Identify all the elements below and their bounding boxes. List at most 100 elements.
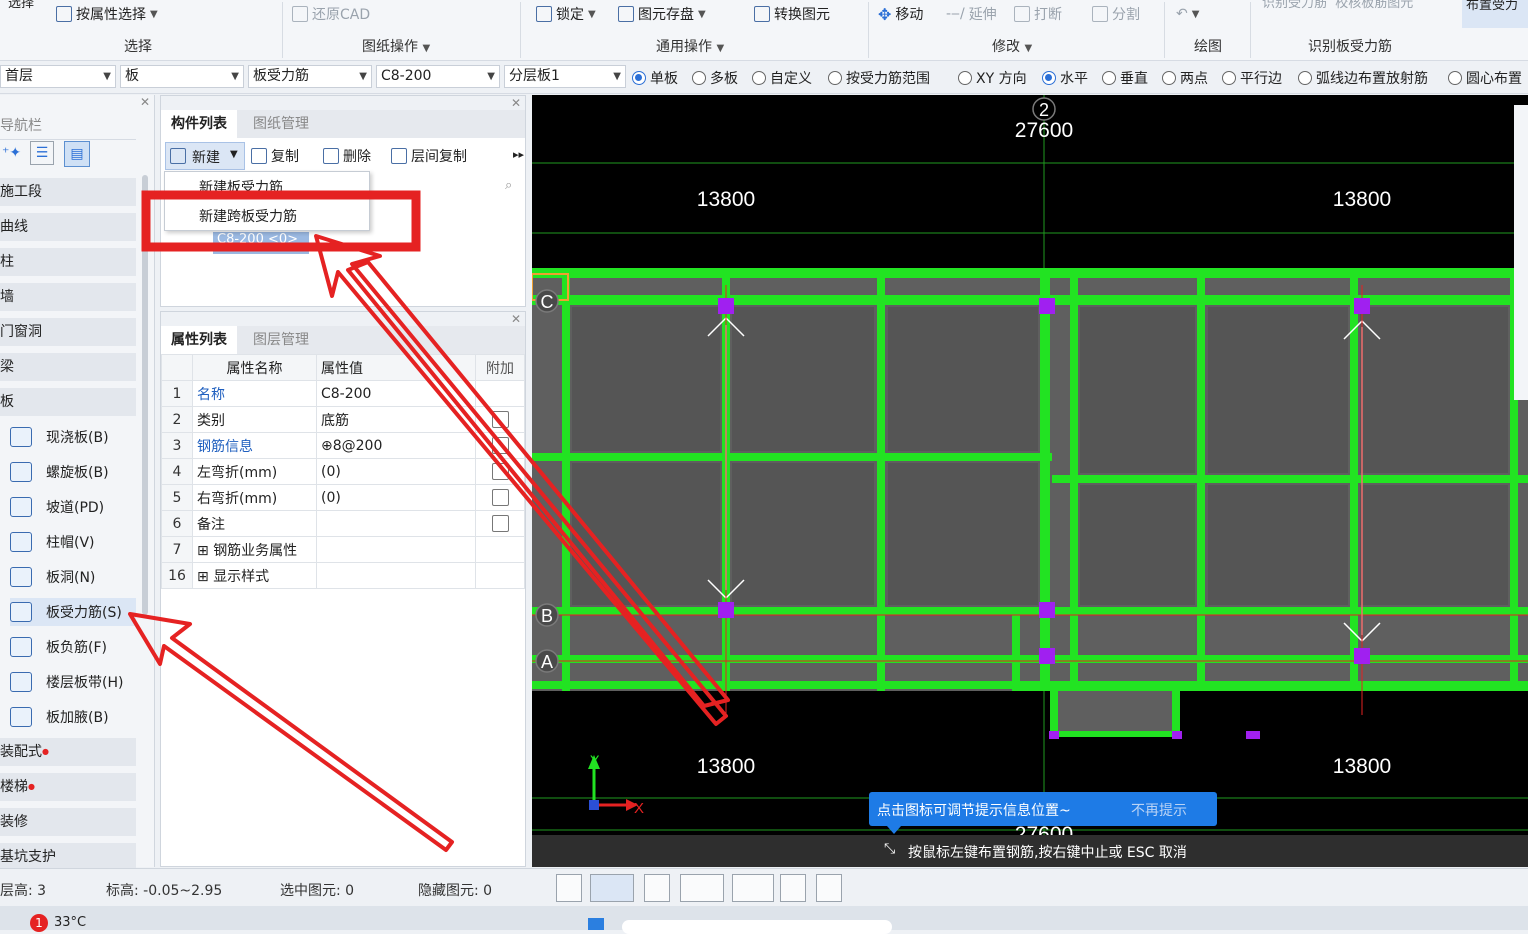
tab-drawing-management[interactable]: 图纸管理 — [243, 110, 319, 138]
notification-badge[interactable]: 1 — [30, 914, 48, 932]
filter-by-attr-button[interactable]: 按属性选择 ▼ — [56, 2, 158, 26]
view-icon[interactable] — [780, 874, 806, 902]
convert-elements-button[interactable]: 转换图元 — [754, 2, 830, 26]
property-row[interactable]: 3 钢筋信息 ⊕8@200 — [161, 432, 525, 459]
type-select[interactable]: 板受力筋 ▼ — [248, 65, 372, 88]
radio-option[interactable]: 水平 — [1042, 68, 1088, 88]
nav-sub-item[interactable]: 坡道(PD) — [10, 493, 104, 521]
nav-item[interactable]: 板 — [0, 388, 136, 416]
radio-option[interactable]: 两点 — [1162, 68, 1208, 88]
nav-item[interactable]: 基坑支护 — [0, 843, 136, 871]
extra-checkbox[interactable] — [491, 411, 509, 428]
search-icon[interactable]: ⌕ — [505, 178, 512, 193]
property-value[interactable] — [316, 562, 476, 589]
nav-item[interactable]: 墙 — [0, 283, 136, 311]
restore-cad-button[interactable]: 还原CAD — [292, 2, 370, 26]
extra-checkbox[interactable] — [491, 463, 509, 480]
radio-option[interactable]: 垂直 — [1102, 68, 1148, 88]
property-value[interactable]: (0) — [316, 458, 476, 485]
extend-button[interactable]: -‒/ 延伸 — [946, 2, 997, 26]
nav-item[interactable]: 装修 — [0, 808, 136, 836]
save-elements-button[interactable]: 图元存盘 ▼ — [618, 2, 706, 26]
group-label-modify[interactable]: 修改 ▼ — [992, 36, 1032, 56]
property-value[interactable]: (0) — [316, 484, 476, 511]
nav-sub-item[interactable]: 板受力筋(S) — [10, 598, 136, 626]
property-value[interactable]: C8-200 — [316, 380, 476, 407]
property-value[interactable] — [316, 536, 476, 563]
tab-property-list[interactable]: 属性列表 — [161, 326, 237, 354]
list-view-icon[interactable]: ☰ — [30, 141, 54, 165]
nav-sub-item[interactable]: 板负筋(F) — [10, 633, 107, 661]
rectangle-select-icon[interactable] — [590, 874, 634, 902]
detail-view-icon[interactable]: ▤ — [64, 141, 90, 167]
nav-sub-item[interactable]: 板加腋(B) — [10, 703, 109, 731]
radio-option[interactable]: 多板 — [692, 68, 738, 88]
nav-scrollbar[interactable] — [142, 175, 148, 615]
property-value[interactable]: 底筋 — [316, 406, 476, 433]
extra-checkbox[interactable] — [491, 515, 509, 532]
property-row[interactable]: 6 备注 — [161, 510, 525, 537]
nav-sub-item[interactable]: 板洞(N) — [10, 563, 95, 591]
cross-select-icon[interactable] — [644, 874, 670, 902]
nav-item[interactable]: 楼梯● — [0, 773, 136, 801]
split-button[interactable]: 分割 — [1092, 2, 1140, 26]
nav-item[interactable]: 柱 — [0, 248, 136, 276]
radio-option[interactable]: 弧线边布置放射筋 — [1298, 68, 1428, 88]
copy-button[interactable]: 复制 — [251, 144, 299, 168]
category-select[interactable]: 板 ▼ — [120, 65, 244, 88]
nav-sub-item[interactable]: 柱帽(V) — [10, 528, 95, 556]
extra-checkbox[interactable] — [491, 489, 509, 506]
nav-sub-item[interactable]: 螺旋板(B) — [10, 458, 109, 486]
arc-draw-button[interactable]: ↶ ▼ — [1176, 2, 1199, 26]
property-value[interactable]: ⊕8@200 — [316, 432, 476, 459]
menu-item-new-span-slab-rebar[interactable]: 新建跨板受力筋 — [199, 206, 297, 226]
move-button[interactable]: ✥ 移动 — [878, 2, 923, 26]
nav-sub-item[interactable]: 楼层板带(H) — [10, 668, 123, 696]
delete-button[interactable]: 删除 — [323, 144, 371, 168]
orthogonal-snap-icon[interactable] — [556, 874, 582, 902]
tab-layer-management[interactable]: 图层管理 — [243, 326, 319, 354]
property-row[interactable]: 4 左弯折(mm) (0) — [161, 458, 525, 485]
menu-item-new-slab-rebar[interactable]: 新建板受力筋 — [199, 177, 283, 197]
windows-start-icon[interactable] — [588, 918, 604, 930]
property-row[interactable]: 5 右弯折(mm) (0) — [161, 484, 525, 511]
close-icon[interactable]: ✕ — [140, 95, 150, 109]
expand-icon[interactable]: ⊞ — [197, 569, 213, 585]
property-row[interactable]: 16 ⊞ 显示样式 — [161, 562, 525, 589]
nav-item[interactable]: 施工段 — [0, 178, 136, 206]
break-button[interactable]: 打断 — [1014, 2, 1062, 26]
identify-tip-button[interactable]: 识别受力筋 校核板筋图元 — [1262, 0, 1413, 11]
spec-select[interactable]: C8-200 ▼ — [376, 65, 500, 88]
arc-snap-icon[interactable] — [816, 874, 842, 902]
radio-option[interactable]: 按受力筋范围 — [828, 68, 930, 88]
layout-rebar-button[interactable]: 布置受力 — [1462, 0, 1528, 28]
radio-option[interactable]: XY 方向 — [958, 68, 1027, 88]
group-label-drawing[interactable]: 图纸操作 ▼ — [362, 36, 430, 56]
nav-item[interactable]: 门窗洞 — [0, 318, 136, 346]
close-icon[interactable]: ✕ — [511, 312, 521, 326]
nav-item[interactable]: 装配式● — [0, 738, 136, 766]
extra-checkbox[interactable] — [491, 437, 509, 454]
offset-icon[interactable] — [732, 874, 774, 902]
nav-sub-item[interactable]: 现浇板(B) — [10, 423, 109, 451]
property-row[interactable]: 7 ⊞ 钢筋业务属性 — [161, 536, 525, 563]
view-toolbar[interactable] — [1514, 105, 1528, 400]
tip-banner[interactable]: 点击图标可调节提示信息位置~ 不再提示 — [869, 792, 1217, 826]
radio-option[interactable]: 平行边 — [1222, 68, 1282, 88]
radio-option[interactable]: 自定义 — [752, 68, 812, 88]
angle-snap-icon[interactable] — [680, 874, 724, 902]
property-value[interactable] — [316, 510, 476, 537]
taskbar-search-input[interactable] — [622, 920, 892, 934]
more-icon[interactable]: ▸▸ — [513, 148, 524, 161]
radio-option[interactable]: 单板 — [632, 68, 678, 88]
new-button[interactable]: 新建 ▼ — [165, 142, 245, 170]
weather-text[interactable]: 33°C — [54, 915, 86, 930]
dismiss-tip-button[interactable]: 不再提示 — [1131, 800, 1187, 820]
expand-icon[interactable]: ⊞ — [197, 543, 213, 559]
floor-copy-button[interactable]: 层间复制 — [391, 144, 467, 168]
add-icon[interactable]: ⁺✦ — [2, 145, 21, 161]
floor-select[interactable]: 首层 ▼ — [0, 65, 116, 88]
property-row[interactable]: 2 类别 底筋 — [161, 406, 525, 433]
component-list-item[interactable]: C8-200 <0> — [213, 232, 309, 254]
group-label-common[interactable]: 通用操作 ▼ — [656, 36, 724, 56]
